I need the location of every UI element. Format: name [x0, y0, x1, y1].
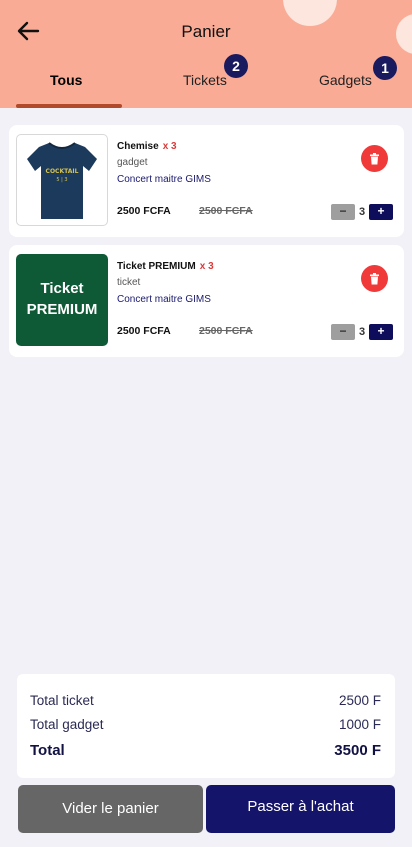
total-ticket-value: 2500 F [338, 693, 381, 708]
decrease-button[interactable]: − [331, 204, 355, 220]
order-summary: Total ticket 2500 F Total gadget 1000 F … [17, 674, 395, 778]
delete-button[interactable] [361, 265, 388, 292]
delete-button[interactable] [361, 145, 388, 172]
total-value: 3500 F [334, 742, 381, 759]
gadgets-count-badge: 1 [373, 56, 397, 80]
item-price: 2500 FCFA [117, 205, 171, 217]
item-category: ticket [117, 277, 141, 288]
tshirt-icon: COCKTAIL 5 | 3 [27, 142, 97, 219]
total-gadget-label: Total gadget [30, 717, 104, 732]
tab-gadgets[interactable]: Gadgets [319, 72, 372, 88]
active-tab-indicator [16, 104, 122, 108]
item-event: Concert maitre GIMS [117, 294, 211, 305]
item-price: 2500 FCFA [117, 325, 171, 337]
trash-icon [370, 152, 379, 164]
item-qty-label: x 3 [199, 261, 214, 272]
svg-text:COCKTAIL: COCKTAIL [46, 168, 79, 175]
quantity-stepper: − 3 + [331, 324, 393, 340]
total-ticket-label: Total ticket [30, 693, 94, 708]
item-name: Ticket PREMIUM x 3 [117, 261, 214, 272]
header: Panier Tous Tickets 2 Gadgets 1 [0, 0, 412, 108]
ticket-image-line1: Ticket [40, 280, 84, 297]
item-old-price: 2500 FCFA [199, 325, 253, 337]
summary-row-ticket: Total ticket 2500 F [30, 693, 381, 708]
quantity-stepper: − 3 + [331, 204, 393, 220]
item-name: Chemise x 3 [117, 141, 177, 152]
summary-row-gadget: Total gadget 1000 F [30, 717, 381, 732]
ticket-image-line2: PREMIUM [26, 301, 98, 318]
item-qty-label: x 3 [162, 141, 177, 152]
checkout-button[interactable]: Passer à l'achat [206, 785, 395, 833]
total-label: Total [30, 742, 65, 759]
decrease-button[interactable]: − [331, 324, 355, 340]
increase-button[interactable]: + [369, 204, 393, 220]
item-old-price: 2500 FCFA [199, 205, 253, 217]
item-name-text: Ticket PREMIUM [117, 261, 196, 272]
total-gadget-value: 1000 F [338, 717, 381, 732]
cart-item-ticket-premium: Ticket PREMIUM Ticket PREMIUM x 3 ticket … [9, 245, 404, 357]
ticket-image: Ticket PREMIUM [16, 254, 108, 346]
trash-icon [370, 272, 379, 284]
increase-button[interactable]: + [369, 324, 393, 340]
empty-cart-button[interactable]: Vider le panier [18, 785, 203, 833]
tab-tickets[interactable]: Tickets [183, 72, 227, 88]
item-name-text: Chemise [117, 141, 159, 152]
tab-tous[interactable]: Tous [50, 72, 82, 88]
tickets-count-badge: 2 [224, 54, 248, 78]
svg-text:5 | 3: 5 | 3 [56, 177, 67, 183]
cart-item-chemise: COCKTAIL 5 | 3 Chemise x 3 gadget Concert… [9, 125, 404, 237]
summary-row-total: Total 3500 F [30, 742, 381, 759]
quantity-value: 3 [358, 206, 366, 218]
item-category: gadget [117, 157, 148, 168]
item-event: Concert maitre GIMS [117, 174, 211, 185]
tshirt-image: COCKTAIL 5 | 3 [16, 134, 108, 226]
quantity-value: 3 [358, 326, 366, 338]
page-title: Panier [181, 22, 231, 41]
